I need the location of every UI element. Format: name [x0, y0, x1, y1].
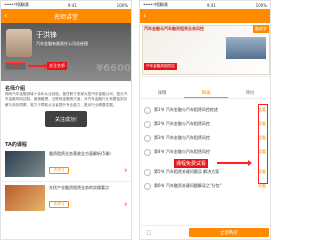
page-title: 名师讲堂 — [53, 13, 78, 21]
lesson-title: 第4节 汽车金融与汽车租赁风控 — [154, 149, 210, 154]
battery-label: 100% — [116, 2, 128, 8]
course-page: ••••• 中国联通 9:41 100% ‹ 汽车金融与汽车融资租赁业务风控 融… — [139, 0, 271, 240]
play-icon — [144, 149, 151, 156]
course-item[interactable]: 融资租赁业务营收全方面解析(5课) 去学习 ¥ — [5, 151, 129, 177]
lesson-title: 第2节 汽车金融与汽车租赁风控 — [154, 121, 210, 126]
back-icon[interactable]: ‹ — [4, 11, 7, 20]
lesson-item[interactable]: 第1节 汽车金融与汽车租赁风控综述 试看 — [144, 105, 268, 117]
carrier-label: ••••• 中国联通 — [143, 2, 168, 7]
teacher-header: 于洪锋 汽车金融有限责任公司总经理 已关注 关注名师 ¥6600 — [1, 23, 131, 81]
play-icon — [144, 169, 151, 176]
lesson-item[interactable]: 第4节 汽车金融与汽车租赁风控 试看 — [144, 147, 268, 159]
nav-bar: ‹ — [140, 9, 270, 23]
annotation-arrow-icon — [217, 160, 252, 166]
course-tabs: 详情 目录 评价 — [140, 88, 270, 99]
course-thumbnail — [5, 185, 45, 211]
status-bar: ••••• 中国联通 9:41 100% — [140, 1, 270, 9]
banner-title: 汽车金融与汽车融资租赁业务风控 — [144, 26, 204, 31]
study-button[interactable]: 去学习 — [49, 167, 69, 174]
clock: 9:41 — [67, 2, 77, 8]
teacher-avatar — [6, 29, 32, 57]
teacher-title: 汽车金融有限责任公司总经理 — [36, 41, 88, 46]
trial-highlight-box — [258, 104, 268, 184]
play-icon — [144, 107, 151, 114]
course-title: 光伏产业融资租赁业务的实操要点 — [49, 185, 109, 190]
course-title: 融资租赁业务营收全方面解析(5课) — [49, 151, 111, 156]
courses-heading: TA的课程 — [5, 142, 27, 148]
nav-bar: ‹ 名师讲堂 — [1, 9, 131, 23]
course-item[interactable]: 光伏产业融资租赁业务的实操要点 去学习 ¥ — [5, 185, 129, 211]
tab-catalog[interactable]: 目录 — [184, 88, 228, 98]
banner-photo — [226, 37, 266, 59]
intro-heading: 名师介绍 — [5, 86, 26, 92]
course-banner: 汽车金融与汽车融资租赁业务风控 融易学 汽车金融风险防控 — [140, 23, 270, 77]
lesson-title: 第1节 汽车金融与汽车租赁风控综述 — [154, 107, 218, 112]
status-bar: ••••• 中国联通 9:41 100% — [1, 1, 131, 9]
banner-tag: 汽车金融风险防控 — [144, 63, 177, 70]
follow-button[interactable]: 已关注 — [5, 62, 26, 70]
lesson-title: 第3节 汽车金融与汽车租赁风控 — [154, 135, 210, 140]
lesson-item[interactable]: 第2节 汽车金融与汽车租赁风控 试看 — [144, 119, 268, 131]
lesson-item[interactable]: 第5节 汽车租赁关键问题及 解决方案 试看 — [144, 167, 268, 179]
clock: 9:41 — [206, 2, 216, 8]
lesson-item[interactable]: 第3节 汽车金融与汽车租赁风控 试看 — [144, 133, 268, 145]
carrier-label: ••••• 中国联通 — [4, 2, 29, 7]
play-icon — [144, 121, 151, 128]
intro-text: 拥有汽车金融领域十余年从业经验，曾任职于多家大型汽车金融公司，擅长汽车金融风险控… — [5, 92, 128, 107]
trial-annotation: 课程免费试看 — [174, 159, 209, 168]
play-icon — [144, 135, 151, 142]
play-icon — [144, 183, 151, 190]
course-price: ¥ — [124, 202, 127, 207]
lesson-title: 第5节 汽车租赁关键问题及 解决方案 — [154, 169, 220, 174]
battery-label: 100% — [255, 2, 267, 8]
bottom-bar: ◻ 立即购买 — [140, 225, 270, 239]
brand-logo: 融易学 — [253, 25, 269, 33]
lesson-item[interactable]: 第6节 汽车融资关键问题解读之"分包" 试看 — [144, 181, 268, 193]
course-thumbnail — [5, 151, 45, 177]
screenshot-root: ••••• 中国联通 9:41 100% ‹ 名师讲堂 于洪锋 汽车金融有限责任… — [0, 0, 271, 240]
follow-annotation: 关注名师 — [47, 62, 67, 70]
divider — [1, 181, 131, 182]
study-button[interactable]: 去学习 — [49, 201, 69, 208]
teacher-name: 于洪锋 — [36, 31, 57, 39]
follow-success-toast: 关注成功! — [45, 111, 87, 127]
tab-details[interactable]: 详情 — [140, 88, 184, 98]
annotation-arrow-icon — [28, 63, 48, 69]
tab-reviews[interactable]: 评价 — [228, 88, 270, 98]
cart-icon[interactable]: ◻ — [143, 229, 155, 236]
teacher-page: ••••• 中国联通 9:41 100% ‹ 名师讲堂 于洪锋 汽车金融有限责任… — [0, 0, 132, 240]
background-price: ¥6600 — [96, 63, 131, 74]
back-icon[interactable]: ‹ — [143, 11, 146, 20]
buy-button[interactable]: 立即购买 — [189, 228, 269, 237]
course-price: ¥ — [124, 168, 127, 173]
lesson-title: 第6节 汽车融资关键问题解读之"分包" — [154, 183, 222, 188]
